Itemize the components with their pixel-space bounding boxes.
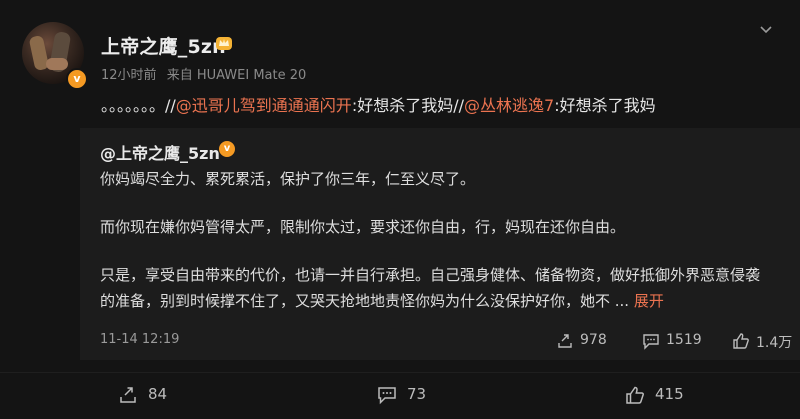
- verified-badge-icon: v: [66, 68, 88, 90]
- quoted-text-line: 你妈竭尽全力、累死累活，保护了你三年，仁至义尽了。: [100, 170, 476, 188]
- quoted-footer: 11-14 12:19 978 1519 1.4万: [100, 332, 793, 352]
- avatar-figure: [46, 58, 68, 70]
- mention-link[interactable]: @迅哥儿驾到通通通闪开: [176, 96, 352, 115]
- action-bar: 84 73 415: [0, 372, 800, 419]
- verified-badge-icon: v: [218, 140, 236, 158]
- thumbs-up-icon: [733, 333, 749, 349]
- post-source: 来自 HUAWEI Mate 20: [166, 68, 307, 83]
- repost-count: 978: [580, 332, 607, 348]
- quoted-text-line: 的准备，别到时候撑不住了，又哭天抢地地责怪你妈为什么没保护好你，她不 ... 展…: [100, 290, 664, 311]
- mention-link[interactable]: @丛林逃逸7: [464, 96, 554, 115]
- repost-count: 84: [148, 385, 168, 403]
- weibo-post: v 上帝之鹰_5zn 12小时前 来自 HUAWEI Mate 20 。。。。。…: [0, 0, 800, 360]
- expand-link[interactable]: 展开: [634, 292, 664, 310]
- quoted-time[interactable]: 11-14 12:19: [100, 332, 179, 347]
- quoted-username[interactable]: @上帝之鹰_5zn: [100, 140, 220, 164]
- like-count: 1.4万: [756, 335, 793, 351]
- repost-dots: 。。。。。。。//: [101, 96, 176, 115]
- comment-icon: [378, 387, 396, 405]
- post-meta: 12小时前 来自 HUAWEI Mate 20: [101, 64, 312, 83]
- like-count: 415: [655, 385, 684, 403]
- comment-icon: [643, 334, 659, 350]
- chevron-down-icon[interactable]: [758, 22, 774, 38]
- quoted-text-line: 而你现在嫌你妈管得太严，限制你太过，要求还你自由，行，妈现在还你自由。: [100, 218, 626, 236]
- quoted-text-tail: 的准备，别到时候撑不住了，又哭天抢地地责怪你妈为什么没保护好你，她不 ...: [100, 292, 634, 310]
- comment-count: 73: [407, 385, 427, 403]
- repost-icon: [558, 334, 572, 348]
- quoted-post[interactable]: @上帝之鹰_5zn v 你妈竭尽全力、累死累活，保护了你三年，仁至义尽了。 而你…: [80, 128, 800, 360]
- quoted-text-line: 只是，享受自由带来的代价，也请一并自行承担。自己强身健体、储备物资，做好抵御外界…: [100, 266, 761, 284]
- crown-badge-icon[interactable]: [214, 34, 234, 52]
- comment-count: 1519: [666, 332, 702, 348]
- repost-comment: :好想杀了我妈: [554, 96, 656, 115]
- post-time[interactable]: 12小时前: [101, 68, 157, 83]
- repost-text: 。。。。。。。//@迅哥儿驾到通通通闪开:好想杀了我妈//@丛林逃逸7:好想杀了…: [101, 92, 656, 116]
- thumbs-up-icon: [626, 386, 644, 404]
- repost-comment: :好想杀了我妈//: [351, 96, 464, 115]
- repost-icon: [120, 387, 136, 403]
- username[interactable]: 上帝之鹰_5zn: [101, 32, 226, 59]
